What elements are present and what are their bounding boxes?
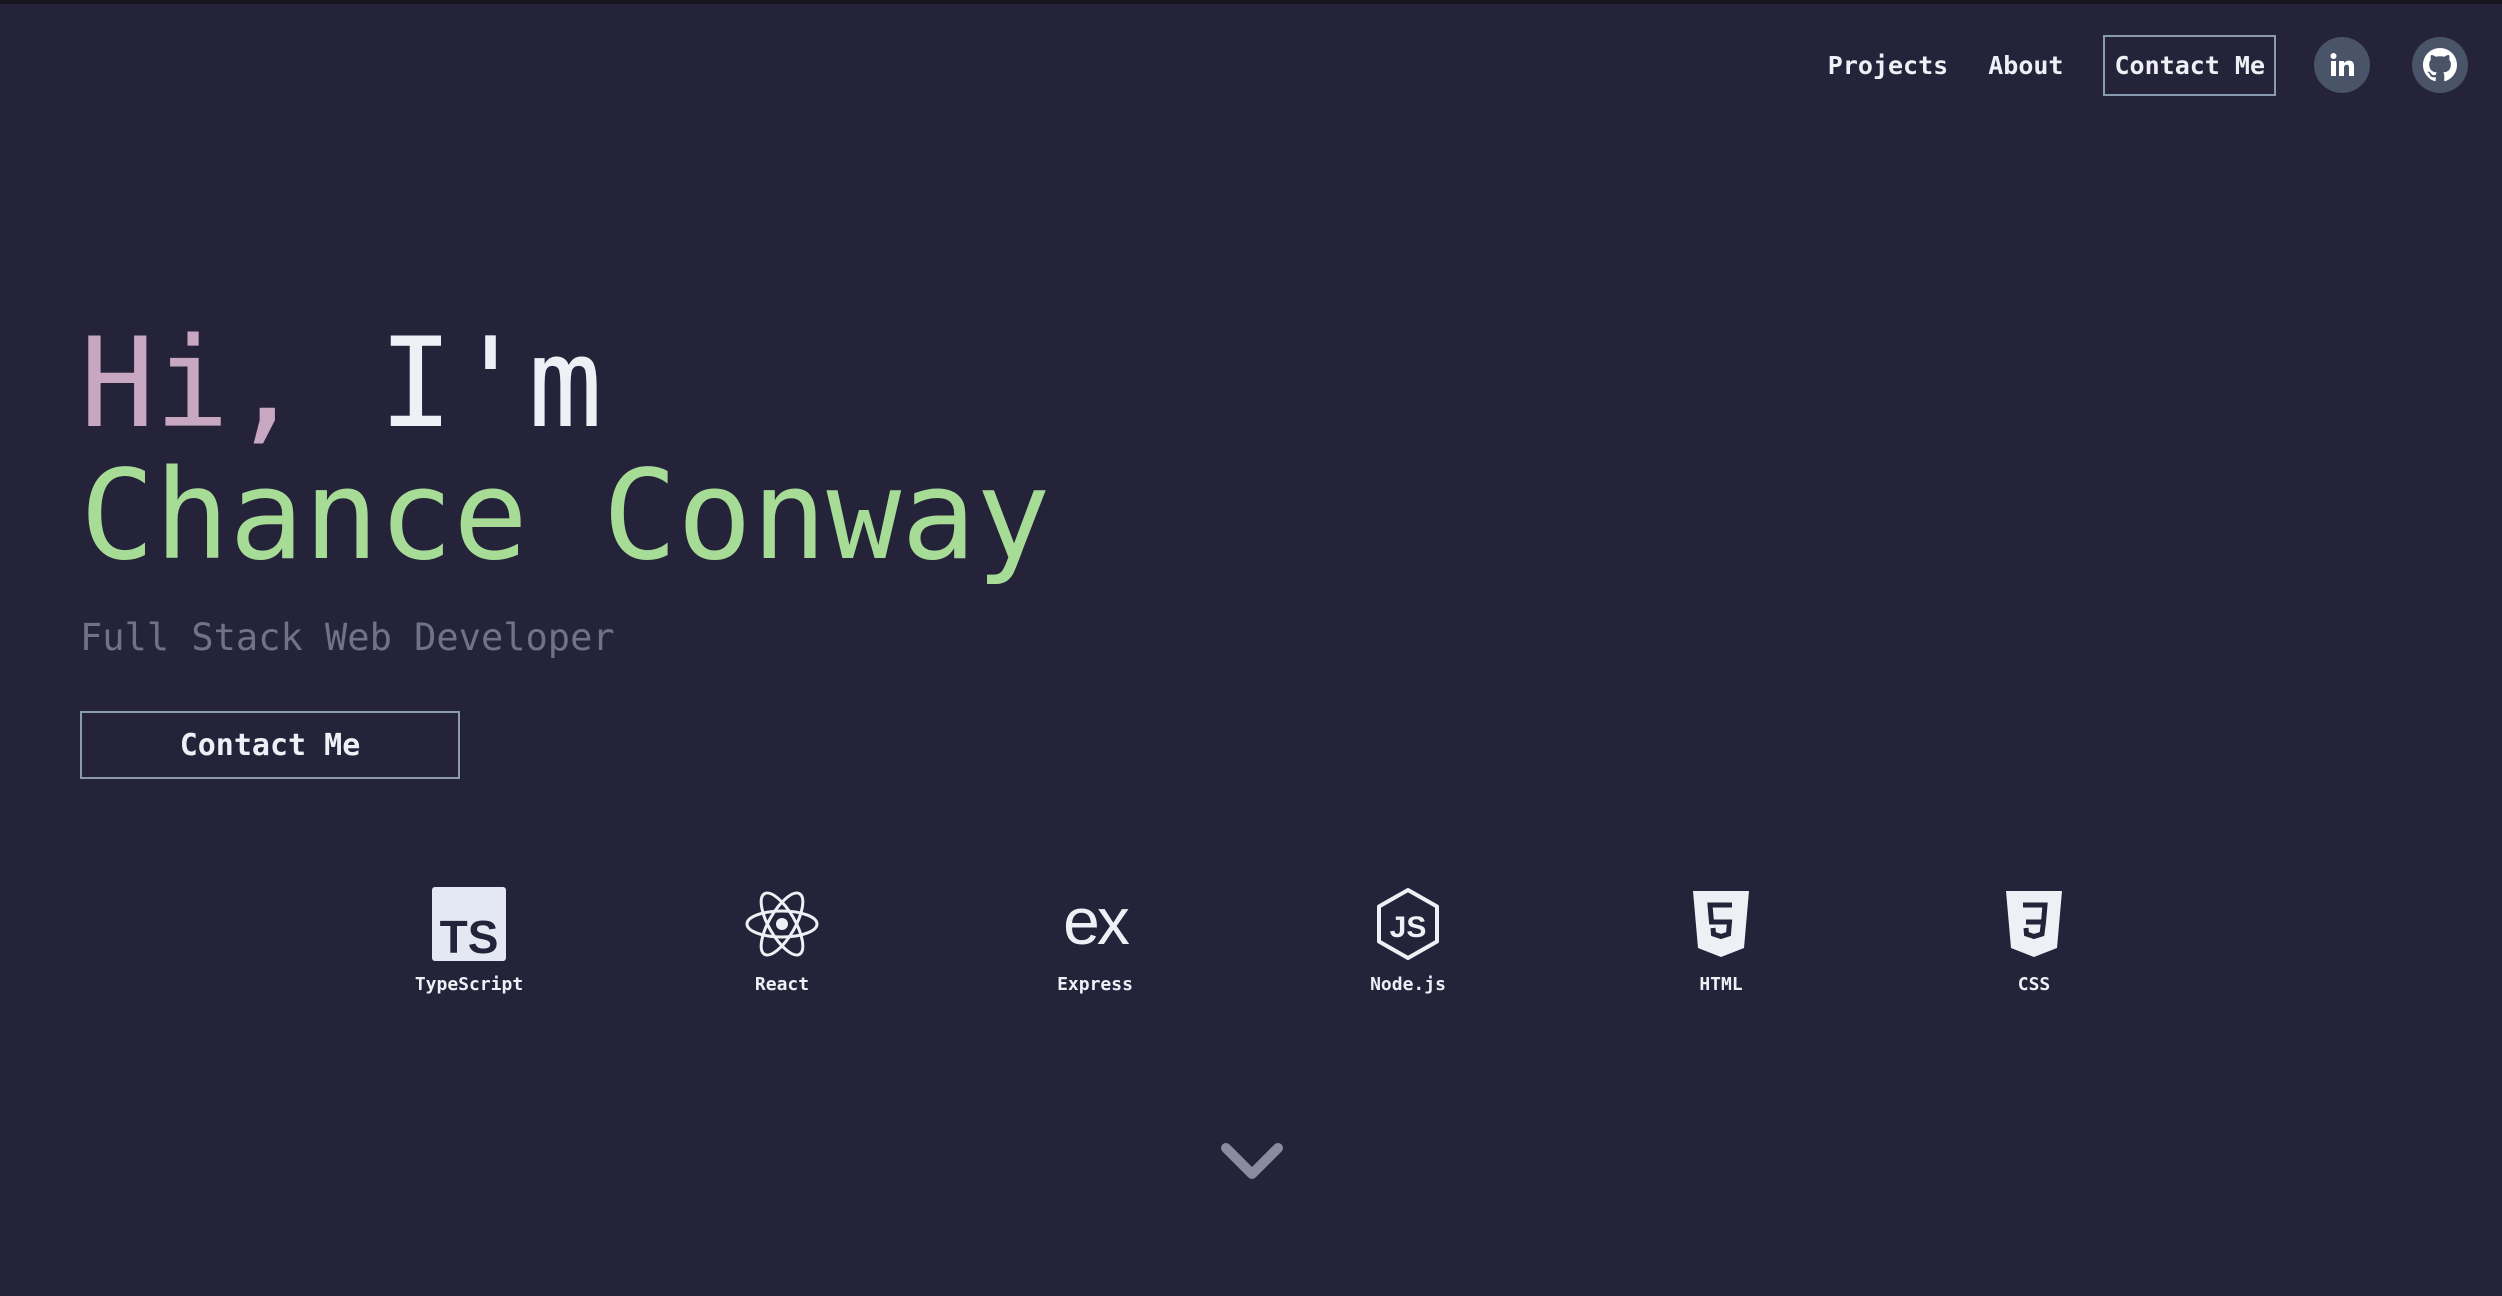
svg-text:TS: TS (440, 911, 499, 961)
top-strip (0, 0, 2502, 4)
nav-projects-link[interactable]: Projects (1828, 51, 1948, 80)
top-nav: Projects About Contact Me (1828, 34, 2468, 96)
tech-item-css: CSS (1934, 886, 2134, 995)
hero-subtitle: Full Stack Web Developer (80, 616, 615, 659)
svg-text:JS: JS (1390, 911, 1427, 944)
chevron-down-icon[interactable] (1220, 1140, 1284, 1184)
contact-me-button[interactable]: Contact Me (80, 711, 460, 779)
hero-section: Hi, I'm Chance Conway Full Stack Web Dev… (80, 318, 1051, 779)
tech-item-react: React (682, 886, 882, 995)
hero-greeting: Hi, I'm (80, 318, 1051, 450)
tech-label-typescript: TypeScript (414, 974, 524, 995)
nav-contact-button[interactable]: Contact Me (2103, 34, 2276, 96)
tech-stack: TS TypeScript React ex Express JS Node.j… (0, 886, 2502, 1006)
html5-icon (1693, 886, 1749, 962)
hero-name: Chance Conway (80, 444, 1051, 588)
svg-text:ex: ex (1063, 894, 1130, 954)
tech-label-css: CSS (2017, 974, 2051, 995)
tech-item-express: ex Express (995, 886, 1195, 995)
github-icon[interactable] (2412, 37, 2468, 93)
css3-icon (2006, 886, 2062, 962)
express-icon: ex (1055, 886, 1135, 962)
tech-label-react: React (754, 974, 810, 995)
greeting-hi: Hi, (80, 312, 304, 456)
react-icon (744, 886, 820, 962)
tech-label-nodejs: Node.js (1370, 974, 1446, 995)
linkedin-icon[interactable] (2314, 37, 2370, 93)
nav-about-link[interactable]: About (1988, 51, 2063, 80)
tech-item-html: HTML (1621, 886, 1821, 995)
tech-item-nodejs: JS Node.js (1308, 886, 1508, 995)
tech-item-typescript: TS TypeScript (369, 886, 569, 995)
greeting-im: I'm (378, 312, 603, 456)
nodejs-icon: JS (1375, 886, 1441, 962)
typescript-icon: TS (432, 886, 506, 962)
tech-label-html: HTML (1699, 974, 1743, 995)
tech-label-express: Express (1057, 974, 1133, 995)
